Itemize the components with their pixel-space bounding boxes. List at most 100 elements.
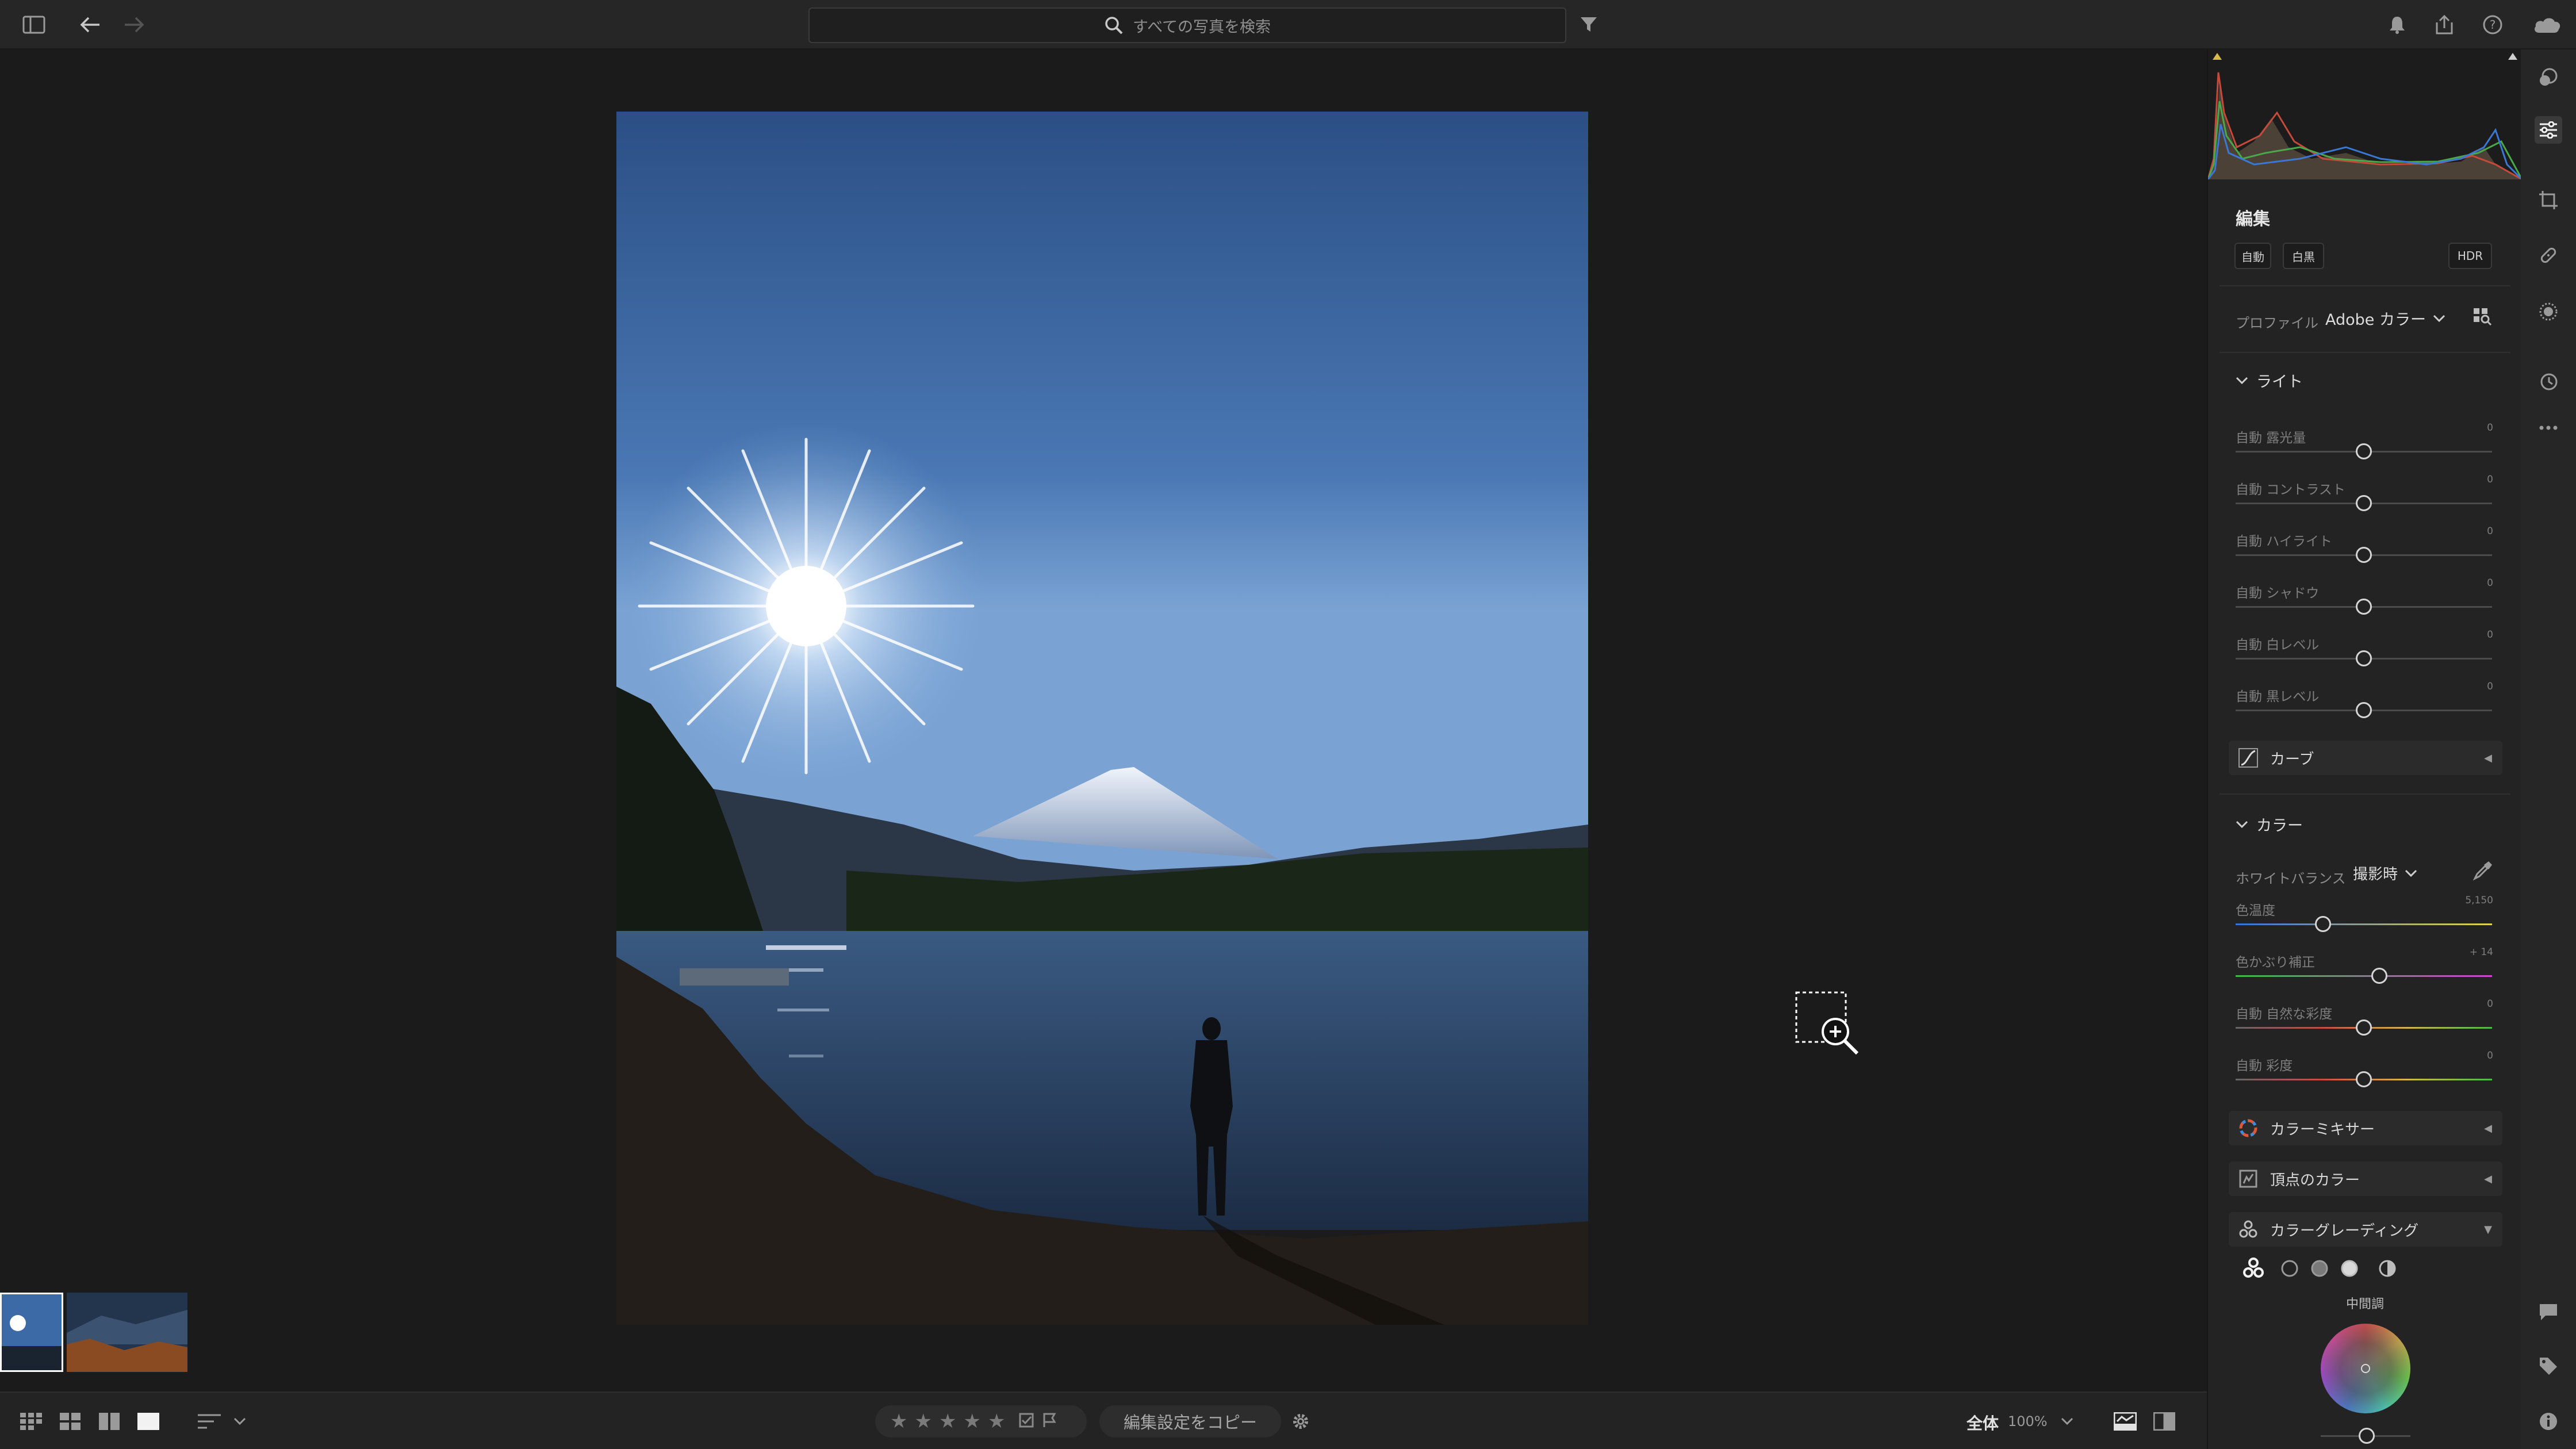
- slider-label: 色温度: [2236, 903, 2275, 918]
- comments-icon[interactable]: [2535, 1298, 2562, 1326]
- compare-view-icon[interactable]: [2150, 1408, 2178, 1435]
- crop-icon[interactable]: [2535, 186, 2562, 214]
- history-icon[interactable]: [2535, 368, 2562, 396]
- sidebar-toggle-icon[interactable]: [21, 12, 47, 38]
- back-arrow-icon[interactable]: [77, 12, 103, 38]
- presets-icon[interactable]: [2535, 63, 2562, 91]
- star-rating-2[interactable]: ★: [914, 1410, 931, 1433]
- slider-knob[interactable]: [2356, 599, 2372, 615]
- slider-knob[interactable]: [2356, 547, 2372, 563]
- more-options-icon[interactable]: [2535, 414, 2562, 442]
- star-rating-5[interactable]: ★: [988, 1410, 1005, 1433]
- light-section-header[interactable]: ライト: [2236, 369, 2303, 392]
- star-rating-3[interactable]: ★: [939, 1410, 956, 1433]
- pick-flag-icon[interactable]: [1019, 1412, 1035, 1431]
- healing-bandage-icon[interactable]: [2535, 241, 2562, 269]
- color-section-header[interactable]: カラー: [2236, 813, 2303, 835]
- color-grading-panel[interactable]: カラーグレーディング ▼: [2229, 1212, 2502, 1247]
- slider-value[interactable]: 0: [2487, 681, 2493, 692]
- grading-midtones-icon[interactable]: [2310, 1259, 2329, 1280]
- detail-view-icon[interactable]: [135, 1408, 162, 1435]
- filmstrip-thumbnail[interactable]: [67, 1293, 187, 1372]
- slider-label: 色かぶり補正: [2236, 955, 2315, 970]
- color-wheel[interactable]: [2321, 1324, 2410, 1413]
- eyedropper-icon[interactable]: [2472, 860, 2493, 883]
- copy-edit-settings-button[interactable]: 編集設定をコピー: [1099, 1405, 1281, 1438]
- slider-knob[interactable]: [2356, 1019, 2372, 1036]
- star-rating-1[interactable]: ★: [890, 1410, 907, 1433]
- filmstrip-thumbnail-selected[interactable]: [0, 1293, 63, 1372]
- slider-track[interactable]: [2236, 975, 2492, 977]
- search-icon: [1105, 17, 1123, 34]
- grid-large-view-icon[interactable]: [56, 1408, 84, 1435]
- chevron-down-icon: [2433, 315, 2445, 322]
- star-rating-4[interactable]: ★: [963, 1410, 980, 1433]
- slider-knob[interactable]: [2356, 702, 2372, 718]
- info-icon[interactable]: [2535, 1408, 2562, 1435]
- profile-dropdown[interactable]: Adobe カラー: [2325, 307, 2445, 329]
- masking-icon[interactable]: [2535, 298, 2562, 325]
- filmstrip-toggle-icon[interactable]: [2111, 1408, 2139, 1435]
- slider-knob[interactable]: [2356, 495, 2372, 511]
- rating-flag-group: ★ ★ ★ ★ ★: [875, 1405, 1087, 1438]
- slider-value[interactable]: + 14: [2470, 946, 2493, 958]
- slider-value[interactable]: 5,150: [2465, 895, 2493, 906]
- cloud-icon[interactable]: [2530, 12, 2564, 38]
- black-white-button[interactable]: 白黒: [2283, 243, 2324, 269]
- slider-knob[interactable]: [2371, 968, 2387, 984]
- sort-icon[interactable]: [195, 1408, 223, 1435]
- slider-value[interactable]: 0: [2487, 422, 2493, 434]
- point-color-panel[interactable]: 頂点のカラー ◀: [2229, 1162, 2502, 1196]
- grading-highlights-icon[interactable]: [2340, 1259, 2359, 1280]
- edit-sliders-icon[interactable]: [2535, 116, 2562, 144]
- expand-arrow-icon: ◀: [2484, 1122, 2492, 1134]
- slider-label: 自動 彩度: [2236, 1059, 2293, 1074]
- color-mixer-label: カラーミキサー: [2270, 1121, 2375, 1138]
- reject-flag-icon[interactable]: [1042, 1412, 1058, 1431]
- hdr-button[interactable]: HDR: [2448, 243, 2492, 269]
- profile-browser-icon[interactable]: [2472, 306, 2492, 328]
- slider-value[interactable]: 0: [2487, 629, 2493, 641]
- color-mixer-panel[interactable]: カラーミキサー ◀: [2229, 1111, 2502, 1145]
- white-balance-value: 撮影時: [2353, 866, 2398, 883]
- filter-icon[interactable]: [1575, 12, 1602, 38]
- share-icon[interactable]: [2431, 12, 2458, 38]
- slider-knob[interactable]: [2356, 443, 2372, 459]
- grading-global-icon[interactable]: [2378, 1259, 2397, 1280]
- grading-shadows-icon[interactable]: [2280, 1259, 2299, 1280]
- slider-label: 自動 白レベル: [2236, 638, 2320, 653]
- white-balance-dropdown[interactable]: 撮影時: [2353, 862, 2417, 884]
- gear-icon[interactable]: [1287, 1408, 1314, 1435]
- zoom-chevron-down-icon[interactable]: [2058, 1408, 2076, 1435]
- square-grid-view-icon[interactable]: [95, 1408, 123, 1435]
- slider-value[interactable]: 0: [2487, 526, 2493, 537]
- curve-panel[interactable]: カーブ ◀: [2229, 741, 2502, 775]
- grid-small-view-icon[interactable]: [17, 1408, 45, 1435]
- slider-value[interactable]: 0: [2487, 1050, 2493, 1061]
- slider-value[interactable]: 0: [2487, 577, 2493, 589]
- slider-knob[interactable]: [2356, 1071, 2372, 1087]
- slider-value[interactable]: 0: [2487, 998, 2493, 1010]
- color-wheel-center-knob[interactable]: [2361, 1364, 2370, 1373]
- svg-text:?: ?: [2490, 18, 2496, 32]
- slider-value[interactable]: 0: [2487, 474, 2493, 485]
- search-input[interactable]: すべての写真を検索: [808, 7, 1566, 43]
- search-placeholder: すべての写真を検索: [1132, 18, 1271, 36]
- help-icon[interactable]: ?: [2479, 12, 2506, 38]
- view-mode-label[interactable]: 全体: [1966, 1411, 1999, 1434]
- chevron-down-icon[interactable]: [231, 1408, 248, 1435]
- point-color-icon: [2237, 1167, 2260, 1190]
- profile-label: プロファイル: [2236, 315, 2318, 331]
- zoom-level[interactable]: 100%: [2008, 1413, 2048, 1429]
- slider-track[interactable]: [2236, 923, 2492, 925]
- forward-arrow-icon[interactable]: [121, 12, 147, 38]
- slider-knob[interactable]: [2356, 650, 2372, 666]
- grading-3way-icon[interactable]: [2242, 1257, 2264, 1281]
- main-photo[interactable]: [616, 112, 1588, 1325]
- slider-knob[interactable]: [2314, 916, 2331, 932]
- histogram: [2207, 49, 2523, 181]
- auto-button[interactable]: 自動: [2234, 243, 2271, 269]
- keywords-tag-icon[interactable]: [2535, 1352, 2562, 1380]
- midtones-luminance-knob[interactable]: [2359, 1428, 2375, 1444]
- bell-icon[interactable]: [2384, 12, 2410, 38]
